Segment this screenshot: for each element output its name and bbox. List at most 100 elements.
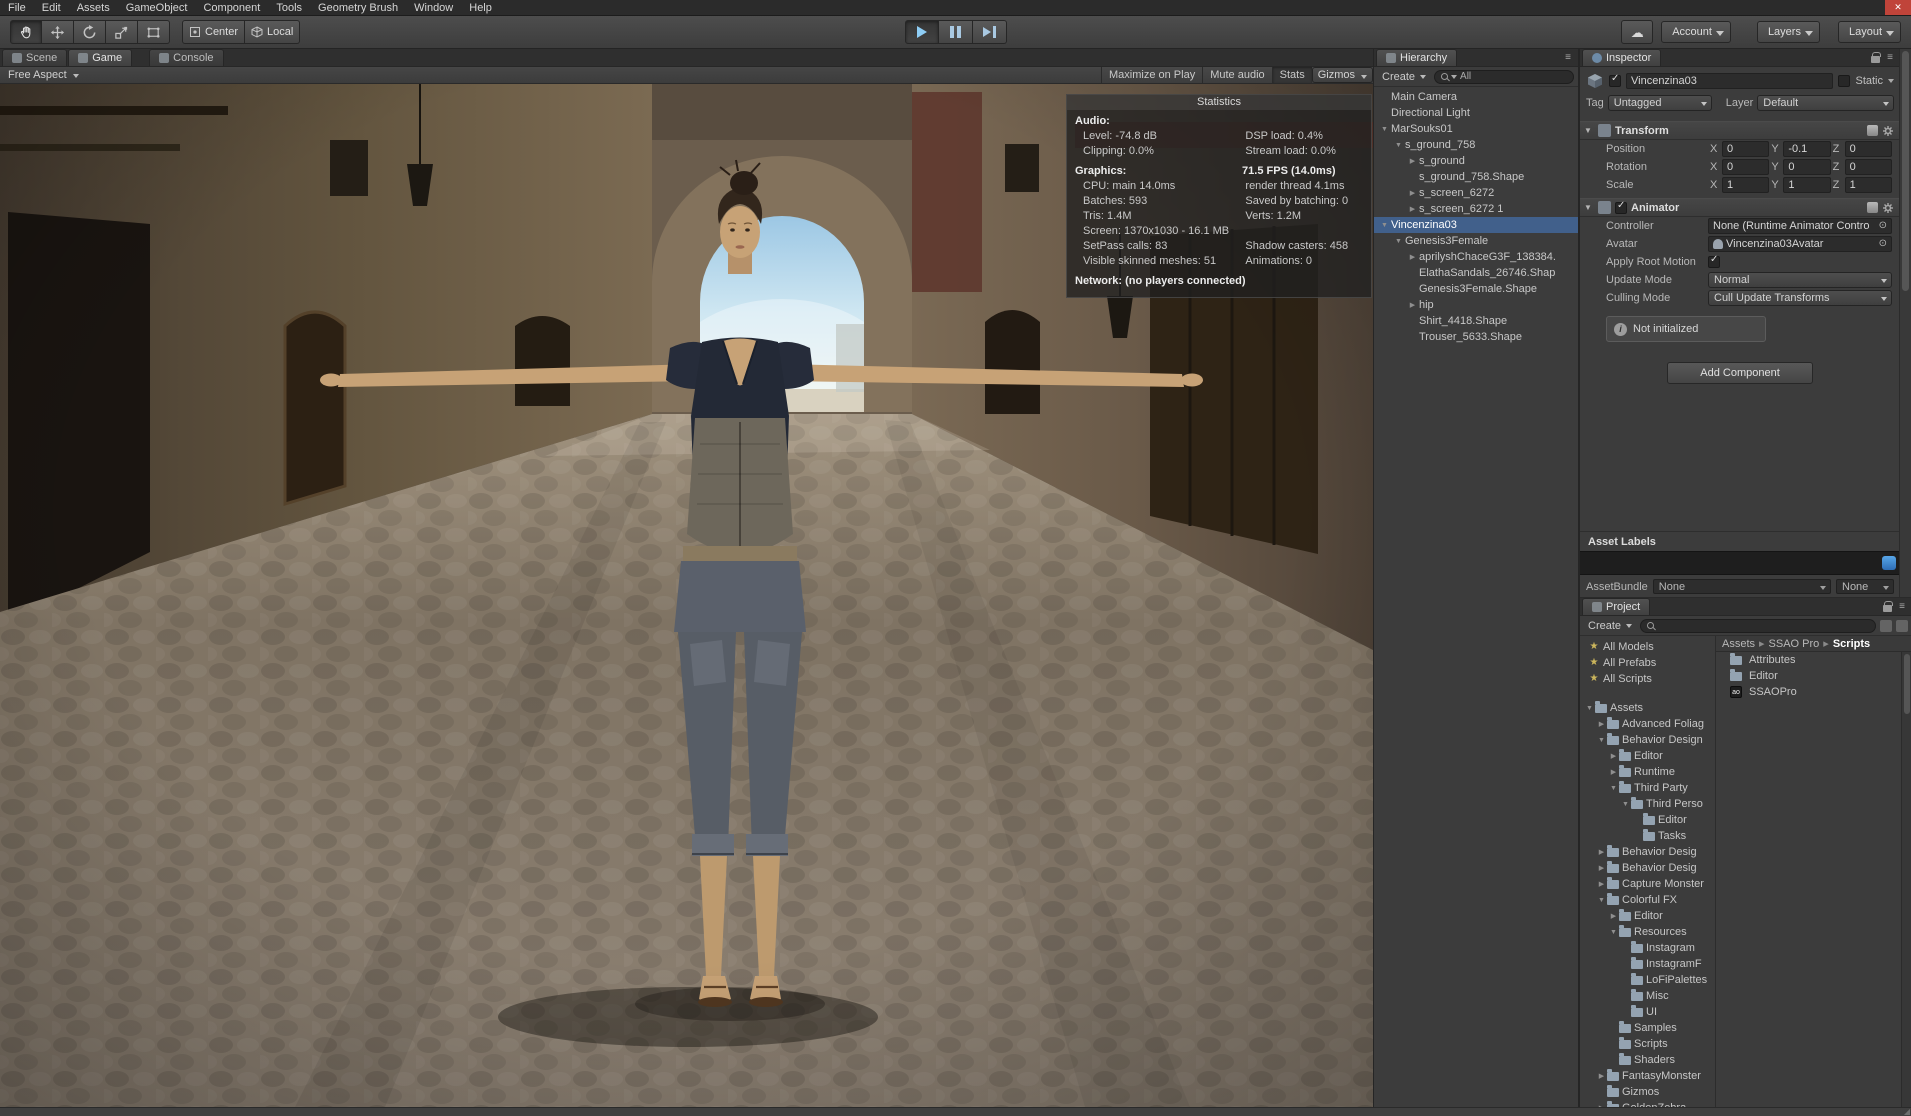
project-folder[interactable]: Resources — [1580, 924, 1715, 940]
foldout-arrow-icon[interactable] — [1596, 1073, 1607, 1080]
pause-button[interactable] — [938, 20, 973, 44]
z-field[interactable]: 1 — [1844, 177, 1892, 193]
project-folder[interactable]: Editor — [1580, 908, 1715, 924]
inspector-tab[interactable]: Inspector — [1582, 49, 1662, 66]
project-folder[interactable]: Editor — [1580, 812, 1715, 828]
foldout-arrow-icon[interactable] — [1596, 865, 1607, 872]
foldout-arrow-icon[interactable] — [1378, 126, 1391, 133]
project-folder[interactable]: UI — [1580, 1004, 1715, 1020]
hierarchy-item[interactable]: s_ground_758 — [1374, 137, 1578, 153]
hierarchy-item[interactable]: ElathaSandals_26746.Shap — [1374, 265, 1578, 281]
project-folder[interactable]: Misc — [1580, 988, 1715, 1004]
project-folder[interactable]: Gizmos — [1580, 1084, 1715, 1100]
inspector-menu-icon[interactable]: ≡ — [1887, 52, 1893, 63]
foldout-arrow-icon[interactable] — [1406, 190, 1419, 197]
foldout-arrow-icon[interactable] — [1584, 204, 1594, 212]
search-by-label-icon[interactable] — [1896, 619, 1908, 632]
x-field[interactable]: 0 — [1722, 141, 1770, 157]
game-toolbar-button[interactable]: Gizmos — [1311, 67, 1373, 83]
assetbundle-dropdown[interactable]: None — [1652, 579, 1831, 594]
project-folder[interactable]: Behavior Desig — [1580, 844, 1715, 860]
project-folder[interactable]: Behavior Design — [1580, 732, 1715, 748]
project-menu-icon[interactable]: ≡ — [1899, 601, 1905, 612]
layer-dropdown[interactable]: Default — [1757, 95, 1894, 111]
layout-dropdown[interactable]: Layout — [1837, 21, 1901, 43]
hierarchy-item[interactable]: s_screen_6272 — [1374, 185, 1578, 201]
favorite-item[interactable]: ★ All Prefabs — [1580, 655, 1715, 671]
project-scrollbar[interactable] — [1901, 652, 1911, 1107]
hierarchy-item[interactable]: hip — [1374, 297, 1578, 313]
project-folder[interactable]: Instagram — [1580, 940, 1715, 956]
transform-component-header[interactable]: Transform — [1580, 121, 1900, 140]
move-tool-button[interactable] — [42, 20, 74, 44]
assetbundle-variant-dropdown[interactable]: None — [1836, 579, 1894, 594]
project-folder[interactable]: Editor — [1580, 748, 1715, 764]
add-component-button[interactable]: Add Component — [1667, 362, 1813, 384]
hierarchy-item[interactable]: MarSouks01 — [1374, 121, 1578, 137]
x-field[interactable]: 0 — [1722, 159, 1770, 175]
foldout-arrow-icon[interactable] — [1596, 721, 1607, 728]
project-folder[interactable]: Colorful FX — [1580, 892, 1715, 908]
foldout-arrow-icon[interactable] — [1406, 158, 1419, 165]
hierarchy-item[interactable]: s_screen_6272 1 — [1374, 201, 1578, 217]
hierarchy-menu-icon[interactable]: ≡ — [1565, 52, 1571, 63]
foldout-arrow-icon[interactable] — [1392, 238, 1405, 245]
hierarchy-item[interactable]: s_ground — [1374, 153, 1578, 169]
search-by-type-icon[interactable] — [1880, 619, 1892, 632]
avatar-field[interactable]: Vincenzina03Avatar ⊙ — [1708, 236, 1892, 252]
tag-dropdown[interactable]: Untagged — [1607, 95, 1712, 111]
foldout-arrow-icon[interactable] — [1584, 705, 1595, 712]
breadcrumb-item[interactable]: SSAO Pro — [1769, 637, 1833, 650]
foldout-arrow-icon[interactable] — [1608, 753, 1619, 760]
help-icon[interactable] — [1866, 125, 1878, 136]
project-folder[interactable]: Scripts — [1580, 1036, 1715, 1052]
hierarchy-item[interactable]: Shirt_4418.Shape — [1374, 313, 1578, 329]
foldout-arrow-icon[interactable] — [1378, 222, 1391, 229]
z-field[interactable]: 0 — [1844, 159, 1892, 175]
foldout-arrow-icon[interactable] — [1620, 801, 1631, 808]
project-folder[interactable]: InstagramF — [1580, 956, 1715, 972]
animator-component-header[interactable]: Animator — [1580, 198, 1900, 217]
game-toolbar-button[interactable]: Stats — [1271, 67, 1312, 83]
project-folder[interactable]: Samples — [1580, 1020, 1715, 1036]
project-file[interactable]: Attributes — [1716, 652, 1911, 668]
hierarchy-search[interactable]: All — [1434, 69, 1574, 84]
gear-icon[interactable] — [1882, 202, 1894, 214]
help-icon[interactable] — [1866, 202, 1878, 213]
foldout-arrow-icon[interactable] — [1596, 881, 1607, 888]
inspector-scrollbar[interactable] — [1899, 49, 1911, 597]
menu-item[interactable]: GameObject — [118, 2, 196, 14]
account-dropdown[interactable]: Account — [1661, 21, 1731, 43]
foldout-arrow-icon[interactable] — [1596, 849, 1607, 856]
lock-icon[interactable] — [1871, 51, 1882, 63]
z-field[interactable]: 0 — [1844, 141, 1892, 157]
breadcrumb-item[interactable]: Scripts — [1833, 638, 1870, 650]
cloud-button[interactable]: ☁ — [1621, 20, 1654, 44]
foldout-arrow-icon[interactable] — [1608, 913, 1619, 920]
hierarchy-tab[interactable]: Hierarchy — [1376, 49, 1458, 66]
project-folder[interactable]: Behavior Desig — [1580, 860, 1715, 876]
y-field[interactable]: 1 — [1783, 177, 1831, 193]
project-folder[interactable]: Tasks — [1580, 828, 1715, 844]
project-folder[interactable]: Shaders — [1580, 1052, 1715, 1068]
view-tab[interactable]: Console — [149, 49, 224, 66]
project-folder[interactable]: LoFiPalettes — [1580, 972, 1715, 988]
foldout-arrow-icon[interactable] — [1608, 769, 1619, 776]
hierarchy-create-button[interactable]: Create — [1378, 70, 1430, 84]
lock-icon[interactable] — [1883, 600, 1894, 612]
hierarchy-item[interactable]: Vincenzina03 — [1374, 217, 1578, 233]
project-file[interactable]: Editor — [1716, 668, 1911, 684]
object-picker-icon[interactable]: ⊙ — [1879, 221, 1887, 231]
breadcrumb-item[interactable]: Assets — [1722, 637, 1769, 650]
favorite-item[interactable]: ★ All Models — [1580, 639, 1715, 655]
view-tab[interactable]: Scene — [2, 49, 68, 66]
object-name-field[interactable]: Vincenzina03 — [1626, 73, 1834, 89]
static-dropdown-arrow-icon[interactable] — [1888, 79, 1894, 83]
step-button[interactable] — [972, 20, 1007, 44]
menu-item[interactable]: File — [0, 2, 34, 14]
menu-item[interactable]: Component — [195, 2, 268, 14]
project-folder[interactable]: Advanced Foliag — [1580, 716, 1715, 732]
project-tab[interactable]: Project — [1582, 598, 1651, 615]
menu-item[interactable]: Edit — [34, 2, 69, 14]
favorite-item[interactable]: ★ All Scripts — [1580, 671, 1715, 687]
